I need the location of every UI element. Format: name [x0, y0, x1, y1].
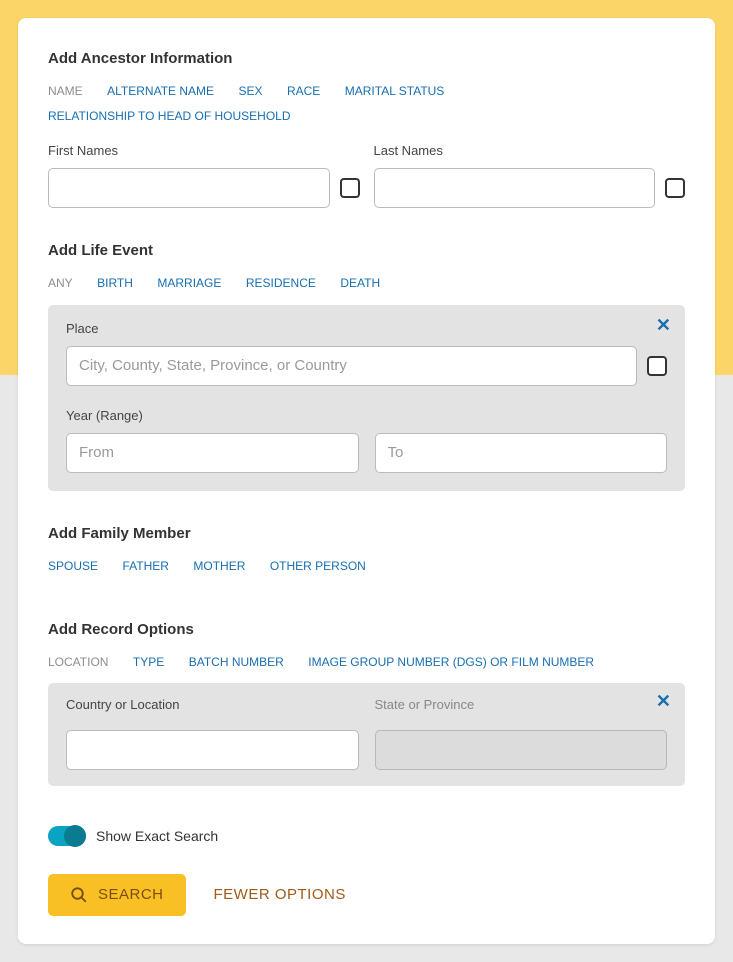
- tab-birth[interactable]: BIRTH: [97, 271, 133, 296]
- tab-sex[interactable]: SEX: [238, 79, 262, 104]
- tab-location: LOCATION: [48, 650, 108, 675]
- state-input: [375, 730, 668, 770]
- ancestor-tabs: NAME ALTERNATE NAME SEX RACE MARITAL STA…: [48, 79, 685, 129]
- first-names-exact-checkbox[interactable]: [340, 178, 360, 198]
- close-icon[interactable]: ✕: [656, 315, 671, 336]
- tab-other-person[interactable]: OTHER PERSON: [270, 554, 366, 579]
- last-names-input[interactable]: [374, 168, 656, 208]
- tab-name: NAME: [48, 79, 83, 104]
- tab-image-group[interactable]: IMAGE GROUP NUMBER (DGS) OR FILM NUMBER: [308, 650, 594, 675]
- tab-residence[interactable]: RESIDENCE: [246, 271, 316, 296]
- life-event-tabs: ANY BIRTH MARRIAGE RESIDENCE DEATH: [48, 271, 685, 296]
- life-event-title: Add Life Event: [48, 242, 685, 259]
- tab-any: ANY: [48, 271, 73, 296]
- family-tabs: SPOUSE FATHER MOTHER OTHER PERSON: [48, 554, 685, 579]
- country-label: Country or Location: [66, 697, 359, 712]
- tab-alternate-name[interactable]: ALTERNATE NAME: [107, 79, 214, 104]
- place-exact-checkbox[interactable]: [647, 356, 667, 376]
- year-range-label: Year (Range): [66, 408, 667, 423]
- exact-search-toggle[interactable]: [48, 826, 86, 846]
- exact-search-label: Show Exact Search: [96, 828, 218, 844]
- tab-death[interactable]: DEATH: [340, 271, 380, 296]
- last-names-exact-checkbox[interactable]: [665, 178, 685, 198]
- tab-race[interactable]: RACE: [287, 79, 320, 104]
- family-title: Add Family Member: [48, 525, 685, 542]
- year-from-input[interactable]: [66, 433, 359, 473]
- tab-relationship[interactable]: RELATIONSHIP TO HEAD OF HOUSEHOLD: [48, 104, 291, 129]
- search-form: Add Ancestor Information NAME ALTERNATE …: [18, 18, 715, 944]
- tab-type[interactable]: TYPE: [133, 650, 164, 675]
- life-event-panel: ✕ Place Year (Range): [48, 305, 685, 491]
- country-input[interactable]: [66, 730, 359, 770]
- fewer-options-link[interactable]: FEWER OPTIONS: [214, 886, 346, 903]
- state-label: State or Province: [375, 697, 668, 712]
- search-button-label: SEARCH: [98, 886, 164, 903]
- search-icon: [70, 886, 88, 904]
- first-names-label: First Names: [48, 143, 360, 158]
- record-title: Add Record Options: [48, 621, 685, 638]
- record-panel: ✕ Country or Location State or Province: [48, 683, 685, 786]
- year-to-input[interactable]: [375, 433, 668, 473]
- tab-batch-number[interactable]: BATCH NUMBER: [189, 650, 284, 675]
- ancestor-title: Add Ancestor Information: [48, 50, 685, 67]
- record-tabs: LOCATION TYPE BATCH NUMBER IMAGE GROUP N…: [48, 650, 685, 675]
- tab-marital-status[interactable]: MARITAL STATUS: [345, 79, 445, 104]
- first-names-input[interactable]: [48, 168, 330, 208]
- tab-spouse[interactable]: SPOUSE: [48, 554, 98, 579]
- place-input[interactable]: [66, 346, 637, 386]
- tab-father[interactable]: FATHER: [122, 554, 168, 579]
- tab-mother[interactable]: MOTHER: [193, 554, 245, 579]
- last-names-label: Last Names: [374, 143, 686, 158]
- close-icon[interactable]: ✕: [656, 691, 671, 712]
- search-button[interactable]: SEARCH: [48, 874, 186, 916]
- place-label: Place: [66, 321, 667, 336]
- tab-marriage[interactable]: MARRIAGE: [157, 271, 221, 296]
